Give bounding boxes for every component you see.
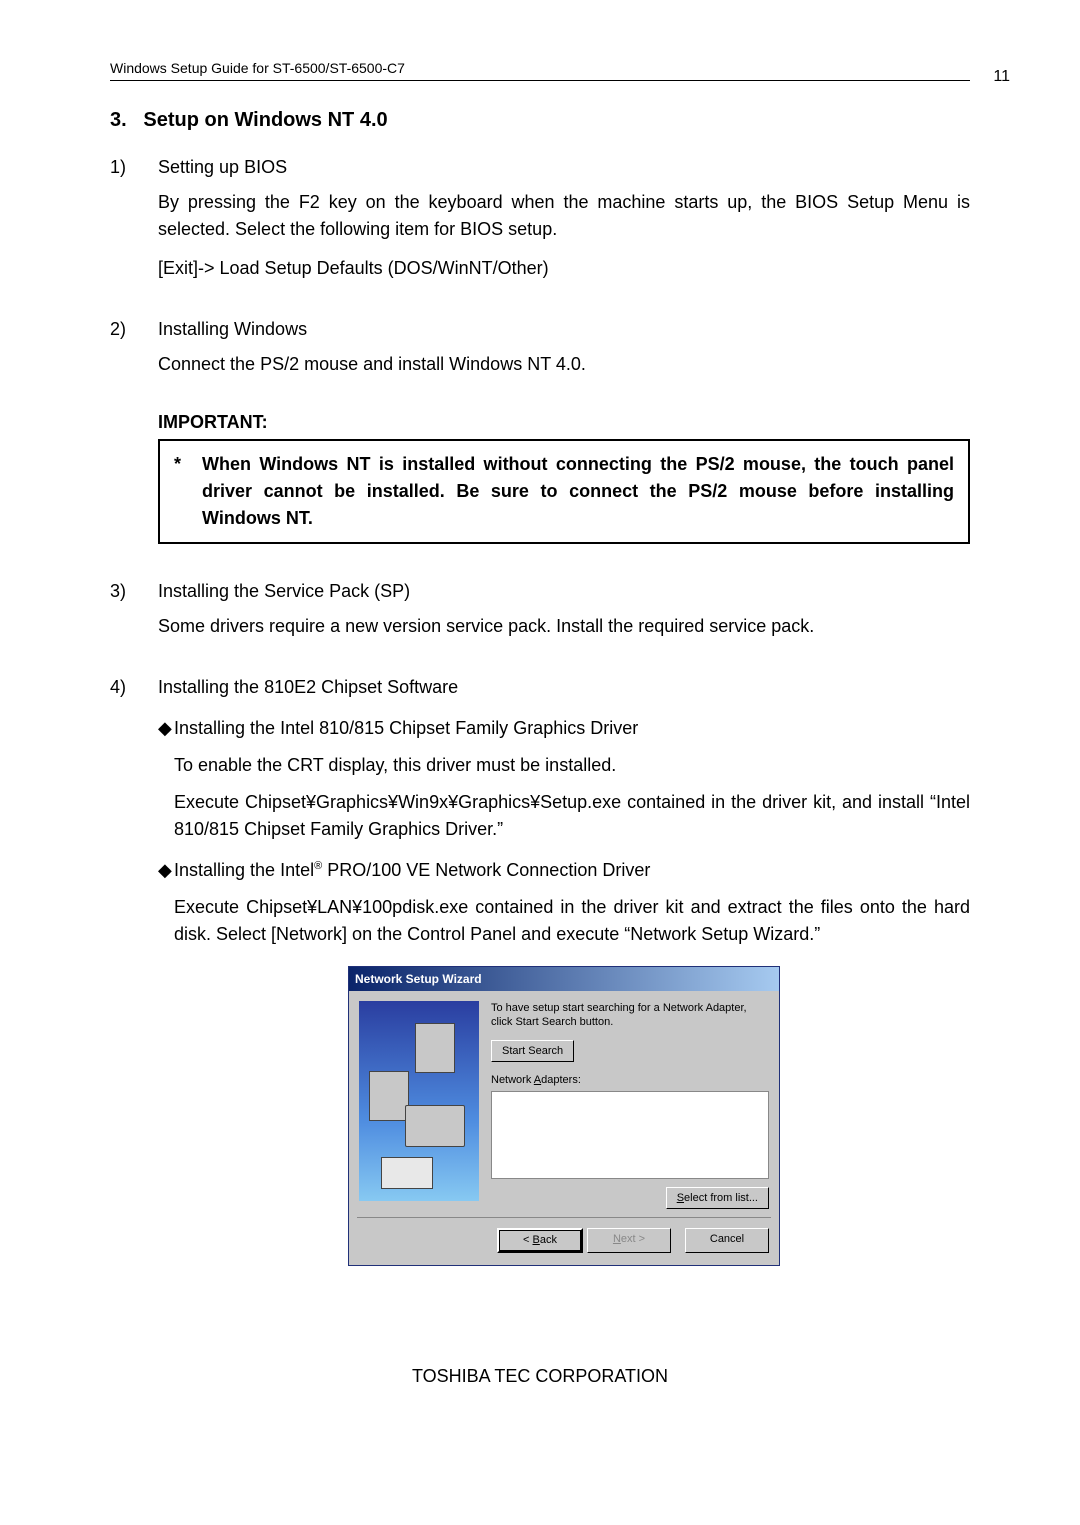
section-number: 3. [110,109,127,131]
item-number: 4) [110,674,158,1266]
list-item: 3) Installing the Service Pack (SP) Some… [110,578,970,640]
footer-company: TOSHIBA TEC CORPORATION [110,1366,970,1387]
body-text: Execute Chipset¥LAN¥100pdisk.exe contain… [174,894,970,948]
bullet-title: Installing the Intel 810/815 Chipset Fam… [174,718,638,738]
btn-lt: < [523,1234,532,1246]
body-text: [Exit]-> Load Setup Defaults (DOS/WinNT/… [158,255,970,282]
list-item: 1) Setting up BIOS By pressing the F2 ke… [110,154,970,282]
network-adapters-listbox[interactable] [491,1091,769,1179]
registered-mark: ® [314,860,322,872]
body-text: By pressing the F2 key on the keyboard w… [158,189,970,243]
body-text: Connect the PS/2 mouse and install Windo… [158,351,970,378]
dialog-footer: < Back Next > Cancel [349,1218,779,1265]
btn-text: ext > [621,1233,645,1245]
bullet-mark: ◆ [158,857,174,948]
network-adapters-label: Network Adapters: [491,1072,769,1089]
btn-accel: N [613,1233,621,1245]
btn-text: elect from list... [684,1192,758,1204]
select-from-list-button[interactable]: Select from list... [666,1187,769,1210]
doc-header-title: Windows Setup Guide for ST-6500/ST-6500-… [110,60,405,76]
network-setup-wizard-dialog: Network Setup Wizard To have setup start… [348,966,780,1266]
next-button[interactable]: Next > [587,1228,671,1253]
bullet-title: Installing the Intel® PRO/100 VE Network… [174,860,650,880]
body-text: Some drivers require a new version servi… [158,613,970,640]
item-title: Installing Windows [158,319,307,339]
item-number: 3) [110,578,158,640]
label-pre: Network [491,1074,534,1086]
list-item: 2) Installing Windows Connect the PS/2 m… [110,316,970,378]
body-text: Execute Chipset¥Graphics¥Win9x¥Graphics¥… [174,789,970,843]
item-title: Setting up BIOS [158,157,287,177]
page-number: 11 [993,68,1010,86]
bullet-title-pre: Installing the Intel [174,860,314,880]
start-search-button[interactable]: Start Search [491,1040,574,1063]
dialog-titlebar: Network Setup Wizard [349,967,779,991]
btn-accel: B [533,1234,540,1246]
btn-accel: S [677,1192,684,1204]
list-item: 4) Installing the 810E2 Chipset Software… [110,674,970,1266]
cancel-button[interactable]: Cancel [685,1228,769,1253]
bullet-item: ◆ Installing the Intel 810/815 Chipset F… [158,715,970,843]
section-title-text: Setup on Windows NT 4.0 [143,109,387,131]
item-number: 1) [110,154,158,282]
section-heading: 3. Setup on Windows NT 4.0 [110,109,970,132]
asterisk-mark: * [174,451,202,532]
bullet-title-post: PRO/100 VE Network Connection Driver [322,860,650,880]
back-button[interactable]: < Back [497,1228,583,1253]
bullet-item: ◆ Installing the Intel® PRO/100 VE Netwo… [158,857,970,948]
item-title: Installing the Service Pack (SP) [158,581,410,601]
wizard-side-graphic [359,1001,479,1201]
important-box: * When Windows NT is installed without c… [158,439,970,544]
item-number: 2) [110,316,158,378]
body-text: To enable the CRT display, this driver m… [174,752,970,779]
header-divider [110,80,970,81]
item-title: Installing the 810E2 Chipset Software [158,677,458,697]
label-post: dapters: [541,1074,581,1086]
wizard-instruction-text: To have setup start searching for a Netw… [491,1001,769,1030]
important-text: When Windows NT is installed without con… [202,451,954,532]
btn-text: ack [540,1234,557,1246]
bullet-mark: ◆ [158,715,174,843]
important-label: IMPORTANT: [158,412,970,433]
